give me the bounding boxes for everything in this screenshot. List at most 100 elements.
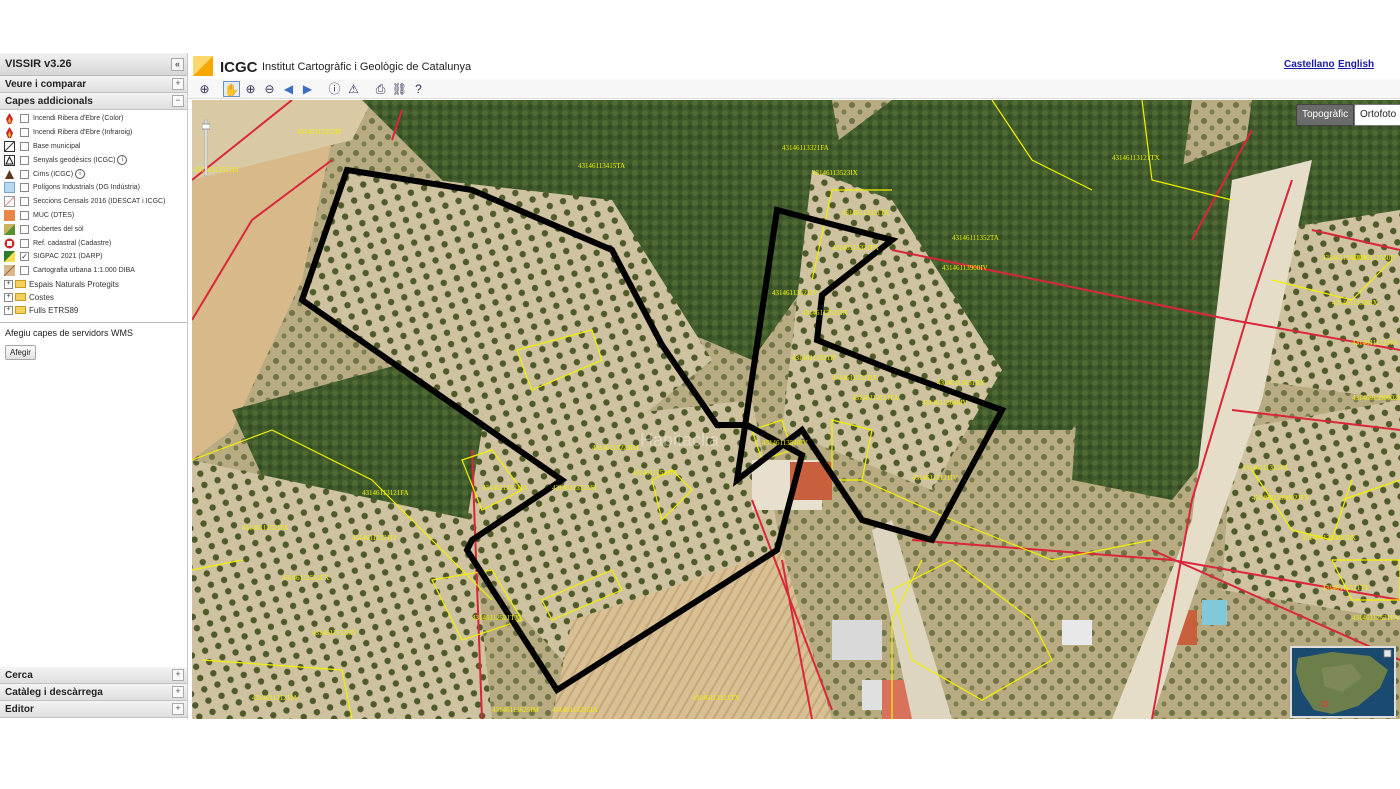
layer-item[interactable]: Cims (ICGC) i — [4, 167, 187, 181]
parcel-label: 43146113521IP — [792, 354, 837, 362]
panel-label: Cerca — [5, 669, 33, 681]
parcel-label: 43146111321FA — [1352, 339, 1398, 347]
back-icon[interactable]: ◀ — [280, 81, 297, 97]
forward-icon[interactable]: ▶ — [299, 81, 316, 97]
boundary-icon — [4, 140, 15, 152]
layer-checkbox[interactable] — [20, 155, 29, 165]
parcel-label: 43146112521IA — [632, 469, 678, 477]
expand-icon[interactable]: + — [172, 703, 184, 715]
parcel-label: 43146113121FA — [852, 394, 899, 402]
layer-checkbox[interactable] — [20, 238, 29, 248]
layer-item[interactable]: ✓ SIGPAC 2021 (DARP) — [4, 250, 187, 264]
lang-castellano-link[interactable]: Castellano — [1284, 59, 1335, 70]
link-icon[interactable]: ⛓ — [391, 81, 408, 97]
folder-item[interactable]: + Fulls ETRS89 — [4, 304, 187, 317]
panel-veure-comparar[interactable]: Veure i comparar + — [0, 76, 187, 93]
parcel-label: 43146111321FA — [1242, 464, 1288, 472]
parcel-label: 43146112521TX — [472, 614, 520, 622]
collapse-icon[interactable]: − — [172, 95, 184, 107]
panel-capes-addicionals[interactable]: Capes addicionals − — [0, 93, 187, 110]
layer-checkbox[interactable] — [20, 169, 29, 179]
layer-label: MUC (DTES) — [33, 211, 75, 219]
folder-label: Fulls ETRS89 — [29, 305, 79, 315]
panel-cerca[interactable]: Cerca + — [0, 667, 187, 684]
folder-item[interactable]: + Espais Naturals Protegits — [4, 278, 187, 291]
layer-label: Cartografia urbana 1:1.000 DIBA — [33, 267, 135, 275]
parcel-label: 43146113121TX — [692, 694, 740, 702]
muc-icon — [4, 209, 15, 221]
panel-editor[interactable]: Editor + — [0, 701, 187, 718]
info-icon[interactable]: i — [75, 169, 86, 180]
panel-cataleg[interactable]: Catàleg i descàrrega + — [0, 684, 187, 701]
zoom-slider[interactable] — [202, 118, 210, 178]
layer-item[interactable]: Incendi Ribera d'Ebre (Infraroig) — [4, 126, 187, 140]
layer-item[interactable]: Cartografia urbana 1:1.000 DIBA — [3, 264, 187, 278]
info-icon[interactable]: i — [117, 155, 128, 166]
layer-label: Base municipal — [33, 142, 81, 150]
parcel-label: 43146913900030X — [1302, 534, 1356, 542]
parcel-label: 43146112521FX — [282, 574, 329, 582]
layer-checkbox[interactable] — [20, 197, 29, 207]
layer-checkbox-checked[interactable]: ✓ — [20, 252, 29, 262]
map-view[interactable]: 43146112521IS 43146113352IP 43146113415TA 4… — [192, 100, 1400, 719]
fire-icon — [4, 127, 15, 139]
folder-item[interactable]: + Costes — [4, 291, 187, 304]
orthophoto-button[interactable]: Ortofoto — [1354, 104, 1400, 126]
layer-item[interactable]: Base municipal — [4, 140, 187, 154]
layer-checkbox[interactable] — [20, 210, 29, 220]
topographic-button[interactable]: Topogràfic — [1296, 104, 1355, 126]
watermark: Habitaclia — [640, 430, 720, 450]
zoom-extent-icon[interactable]: ⊕ — [196, 81, 213, 97]
print-icon[interactable]: ⎙ — [372, 81, 389, 97]
zoom-in-icon[interactable]: ⊕ — [242, 81, 259, 97]
lang-english-link[interactable]: English — [1338, 59, 1374, 70]
app-title-bar: VISSIR v3.26 « — [0, 53, 187, 76]
expand-icon[interactable]: + — [172, 686, 184, 698]
layer-label: Cims (ICGC) — [33, 170, 74, 178]
zoom-out-icon[interactable]: ⊖ — [261, 81, 278, 97]
folder-label: Costes — [29, 292, 54, 302]
expand-icon[interactable]: + — [172, 78, 184, 90]
layer-checkbox[interactable] — [20, 141, 29, 151]
parcel-label: 43146112521FA — [242, 524, 289, 532]
expand-icon[interactable]: + — [172, 669, 184, 681]
layer-checkbox[interactable] — [20, 266, 29, 276]
layer-checkbox[interactable] — [20, 183, 29, 193]
layer-item[interactable]: Incendi Ribera d'Ebre (Color) — [4, 112, 187, 126]
parcel-label: 43146112521IA — [482, 484, 528, 492]
layer-item[interactable]: Polígons Industrials (DG Indústria) — [4, 181, 187, 195]
layer-item[interactable]: Ref. cadastral (Cadastre) — [4, 236, 187, 250]
expand-icon[interactable]: + — [4, 292, 13, 302]
folder-label: Espais Naturals Protegits — [29, 279, 119, 289]
layer-item[interactable]: Cobertes del sòl — [4, 222, 187, 236]
help-icon[interactable]: ? — [410, 81, 427, 97]
layer-item[interactable]: Seccions Censals 2016 (IDESCAT i ICGC) — [4, 195, 187, 209]
layer-item[interactable]: MUC (DTES) — [4, 209, 187, 223]
layer-checkbox[interactable] — [20, 128, 29, 138]
info-icon[interactable]: ⓘ — [326, 81, 343, 97]
landcover-icon — [4, 223, 15, 235]
expand-icon[interactable]: + — [4, 279, 13, 289]
parcel-label: 43146913900021FV — [1252, 494, 1310, 502]
collapse-sidebar-button[interactable]: « — [171, 57, 184, 71]
panel-label: Veure i comparar — [5, 78, 87, 90]
panel-label: Capes addicionals — [5, 95, 93, 107]
overview-minimap[interactable] — [1290, 646, 1396, 718]
app-title: VISSIR v3.26 — [5, 58, 72, 70]
add-wms-button[interactable]: Afegir — [5, 344, 36, 360]
warning-icon[interactable]: ⚠ — [345, 81, 362, 97]
wms-label: Afegiu capes de servidors WMS — [5, 327, 134, 338]
parcel-label: 43146112521IV — [352, 534, 398, 542]
orthophoto-layer: 43146112521IS 43146113352IP 43146113415TA 4… — [192, 100, 1400, 719]
parcel-label: 43146113121TX — [1112, 154, 1160, 162]
layer-checkbox[interactable] — [20, 224, 29, 234]
layer-item[interactable]: Senyals geodèsics (ICGC) i — [4, 153, 187, 167]
parcel-label: 43146113352IP — [297, 128, 342, 136]
layer-checkbox[interactable] — [20, 114, 29, 124]
expand-icon[interactable]: + — [4, 305, 13, 315]
parcel-label: 43146113321FA — [832, 244, 879, 252]
parcel-label: 43146113223IM — [592, 444, 640, 452]
parcel-label: 43146113121IA — [252, 694, 298, 702]
peak-icon — [4, 169, 15, 180]
pan-icon[interactable]: ✋ — [223, 80, 240, 97]
